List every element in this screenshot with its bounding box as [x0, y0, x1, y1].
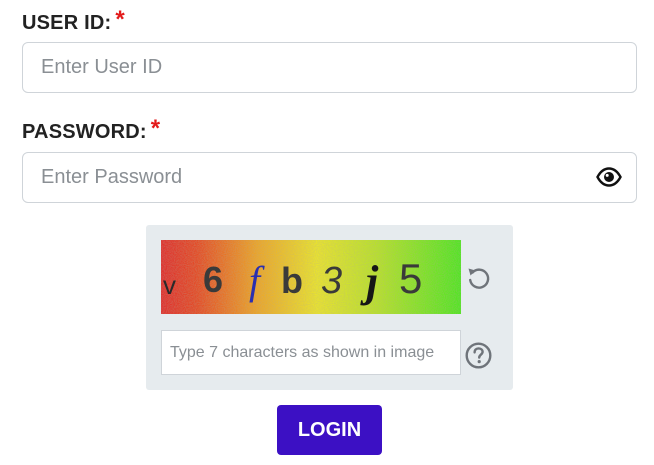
user-id-input[interactable] — [22, 42, 637, 93]
refresh-icon[interactable] — [464, 263, 494, 293]
captcha-image: v 6 f b 3 j 5 — [161, 240, 461, 314]
question-circle-icon[interactable] — [465, 342, 492, 369]
captcha-char: 3 — [321, 260, 342, 302]
captcha-char: v — [163, 270, 176, 300]
user-id-label: USER ID: * — [22, 6, 125, 36]
login-form: USER ID:* PASSWORD:* — [0, 0, 654, 465]
captcha-char: 5 — [399, 255, 422, 302]
required-mark: * — [150, 115, 161, 142]
captcha-char: 6 — [203, 259, 223, 300]
password-input[interactable] — [22, 152, 637, 203]
required-mark: * — [115, 6, 125, 33]
password-label-text: PASSWORD: — [22, 121, 147, 143]
user-id-label-text: USER ID: — [22, 12, 112, 34]
captcha-panel: v 6 f b 3 j 5 — [146, 225, 513, 390]
captcha-input[interactable] — [161, 330, 461, 375]
eye-icon[interactable] — [596, 166, 622, 188]
captcha-char: b — [281, 260, 303, 301]
login-button[interactable]: LOGIN — [277, 405, 382, 455]
password-label: PASSWORD: * — [22, 115, 161, 145]
